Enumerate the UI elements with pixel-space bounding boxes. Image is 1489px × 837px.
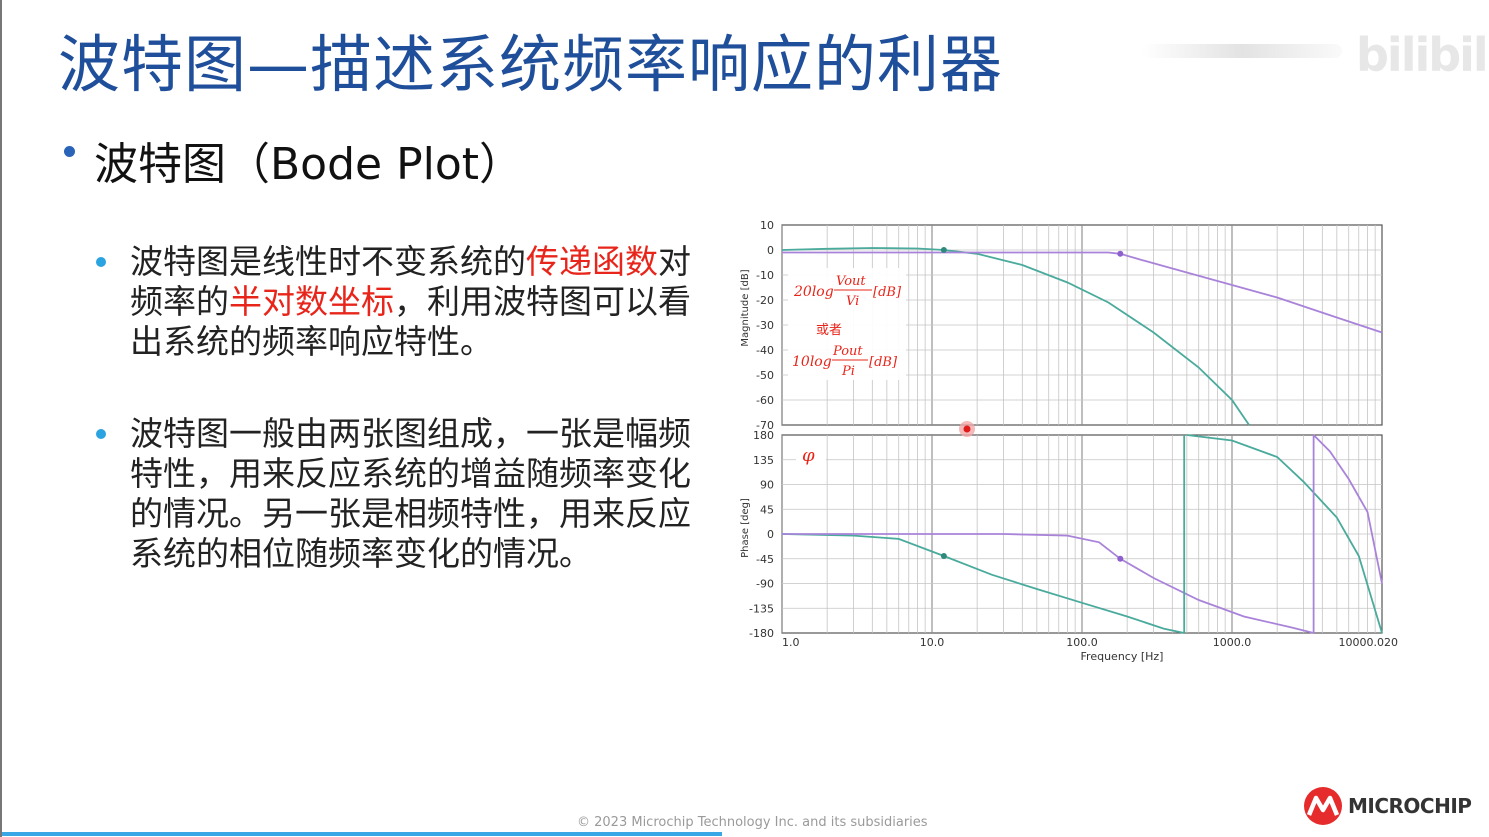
microchip-brand: MICROCHIP	[1302, 786, 1472, 826]
bullet-dot-icon	[96, 429, 106, 439]
subtitle-text: 波特图（Bode Plot）	[94, 139, 524, 190]
microchip-logo-icon	[1304, 787, 1342, 825]
x-tick-label: 10000.020	[1339, 636, 1399, 649]
magnitude-annotation-2-den: Pi	[841, 364, 855, 379]
magnitude-marker	[940, 247, 947, 253]
bullet-dot-icon	[96, 257, 106, 267]
magnitude-annotation-or: 或者	[816, 323, 842, 338]
x-tick-label: 1.0	[782, 636, 800, 649]
phase-y-tick-label: -45	[756, 553, 774, 566]
phase-y-tick-label: -90	[756, 578, 774, 591]
frequency-xlabel: Frequency [Hz]	[1081, 650, 1164, 663]
copyright-footer: © 2023 Microchip Technology Inc. and its…	[577, 815, 928, 830]
phase-symbol: φ	[802, 445, 815, 466]
x-tick-label: 1000.0	[1213, 636, 1252, 649]
phase-marker	[940, 553, 947, 559]
magnitude-y-tick-label: 10	[760, 219, 774, 232]
phase-marker	[1117, 555, 1124, 562]
bullet1-highlight-semilog: 半对数坐标	[229, 282, 394, 321]
magnitude-y-tick-label: -50	[756, 369, 774, 382]
bode-plot: 100-10-20-30-40-50-60-70 18013590450-45-…	[740, 219, 1398, 663]
bullet1-highlight-transfer-function: 传递函数	[526, 242, 658, 281]
phase-y-tick-label: 180	[753, 429, 774, 442]
magnitude-y-tick-label: -10	[756, 269, 774, 282]
bullet-transfer-function: 波特图是线性时不变系统的传递函数对频率的半对数坐标，利用波特图可以看出系统的频率…	[96, 242, 700, 362]
magnitude-y-tick-label: -40	[756, 344, 774, 357]
microchip-wordmark: MICROCHIP	[1348, 794, 1472, 818]
phase-ylabel: Phase [deg]	[740, 498, 751, 558]
bullet-two-plots: 波特图一般由两张图组成，一张是幅频特性，用来反应系统的增益随频率变化的情况。另一…	[96, 414, 700, 574]
magnitude-y-tick-label: 0	[767, 244, 774, 257]
phase-y-tick-label: 45	[760, 503, 774, 516]
magnitude-annotation-2-num: Pout	[832, 344, 863, 359]
bullet1-part1: 波特图是线性时不变系统的	[130, 242, 526, 281]
magnitude-ylabel: Magnitude [dB]	[740, 269, 751, 346]
subtitle-bullet-icon	[64, 146, 75, 157]
magnitude-annotation-1-den: Vi	[846, 294, 859, 309]
cursor-indicator-dot	[963, 425, 971, 433]
magnitude-annotation-1-prefix: 20log	[793, 284, 834, 300]
watermark: bilibili	[1142, 28, 1489, 82]
slide-title: 波特图—描述系统频率响应的利器	[58, 28, 1004, 101]
bullet2-text: 波特图一般由两张图组成，一张是幅频特性，用来反应系统的增益随频率变化的情况。另一…	[130, 414, 691, 573]
phase-y-tick-label: 135	[753, 454, 774, 467]
magnitude-y-tick-label: -30	[756, 319, 774, 332]
magnitude-marker	[1117, 250, 1124, 257]
phase-y-tick-label: 90	[760, 479, 774, 492]
x-tick-label: 10.0	[920, 636, 945, 649]
phase-y-tick-label: 0	[767, 528, 774, 541]
magnitude-annotation-1-unit: [dB]	[873, 285, 902, 300]
subtitle: 波特图（Bode Plot）	[64, 128, 524, 192]
phase-y-tick-label: -135	[749, 602, 774, 615]
bilibili-logo: bilibili	[1356, 28, 1489, 82]
phase-grid: 180 135 90 45 0 -45 -90 -135 -180 1.0 10.0 100.0 100…	[749, 429, 1398, 649]
magnitude-annotation-1-num: Vout	[836, 274, 866, 289]
magnitude-annotation-2-unit: [dB]	[869, 355, 898, 370]
magnitude-y-tick-label: -20	[756, 294, 774, 307]
progress-bar	[2, 832, 722, 836]
x-tick-label: 100.0	[1066, 636, 1098, 649]
slide: 波特图—描述系统频率响应的利器 bilibili 波特图（Bode Plot） …	[0, 0, 1489, 837]
magnitude-annotation-2-prefix: 10log	[792, 354, 832, 370]
magnitude-y-tick-label: -60	[756, 394, 774, 407]
watermark-blur	[1142, 44, 1342, 58]
phase-y-tick-label: -180	[749, 627, 774, 640]
